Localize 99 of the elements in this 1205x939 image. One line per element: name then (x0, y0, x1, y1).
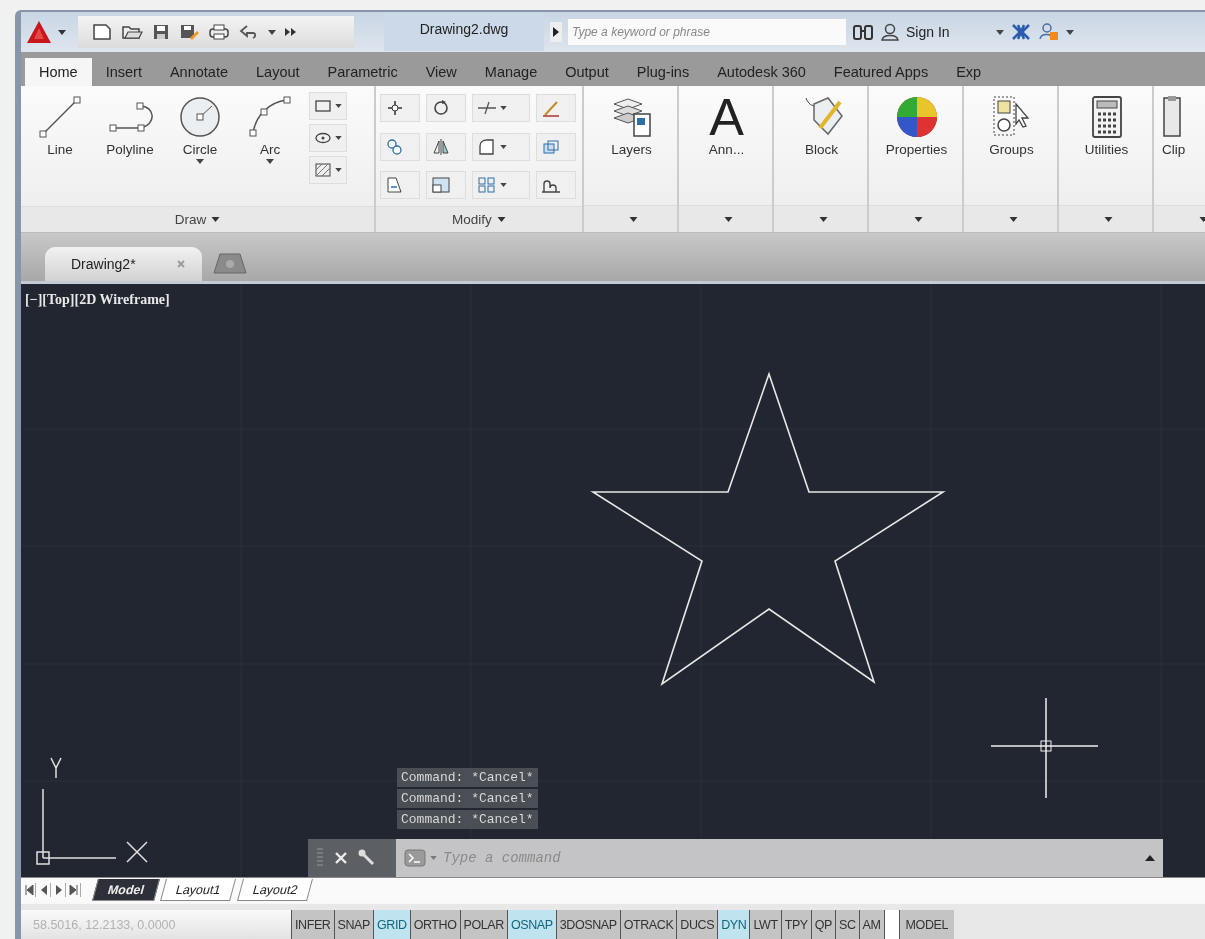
grid-icon (477, 176, 497, 195)
arrow-icon[interactable] (53, 883, 66, 897)
tool-button[interactable]: Line (25, 92, 95, 159)
caret-icon (496, 217, 506, 222)
caret-icon[interactable] (628, 216, 638, 222)
ribbon-tab[interactable]: Annotate (155, 58, 242, 86)
tool-button[interactable] (536, 94, 576, 122)
user-icon[interactable] (880, 23, 900, 41)
person-badge-icon[interactable] (1037, 22, 1060, 42)
tool-button[interactable]: Circle (165, 92, 235, 166)
expand-up-icon[interactable] (1145, 855, 1155, 861)
hatch-icon (314, 162, 332, 178)
ribbon-tab[interactable]: Autodesk 360 (703, 58, 820, 86)
tool-button[interactable] (426, 94, 466, 122)
tool-button[interactable] (309, 156, 347, 184)
ribbon-tab[interactable]: View (411, 58, 471, 86)
tool-button[interactable]: Polyline (95, 92, 165, 159)
save-icon[interactable] (152, 23, 170, 41)
rotate-icon (431, 99, 451, 117)
move-icon (385, 99, 405, 117)
tool-button[interactable] (536, 171, 576, 200)
document-tab[interactable]: Drawing2* (45, 247, 202, 281)
wrench-icon[interactable] (358, 849, 376, 867)
command-field[interactable]: Type a command (441, 849, 1141, 867)
drawing-canvas[interactable]: [−][Top][2D Wireframe] Command: *Cancel* Command: *Cancel* Command: *Cancel* Type a command (21, 284, 1205, 877)
tool-button[interactable]: Arc (235, 92, 305, 166)
viewport-label[interactable]: [−][Top][2D Wireframe] (25, 292, 170, 308)
caret-icon (211, 217, 221, 222)
ribbon-tab[interactable]: Exp (942, 58, 996, 86)
ribbon-tab[interactable]: Output (551, 58, 623, 86)
tool-button[interactable] (309, 124, 347, 152)
rectangle-icon (314, 98, 332, 114)
caret-icon (500, 183, 507, 188)
mirror-icon (431, 137, 451, 156)
ucs-icon (36, 757, 148, 865)
circle-icon (177, 94, 223, 140)
caret-icon[interactable] (268, 29, 276, 35)
caret-icon[interactable] (1103, 216, 1113, 222)
sign-in-button[interactable]: Sign In (906, 24, 950, 40)
ribbon-tab[interactable]: Parametric (313, 58, 412, 86)
command-line-field[interactable]: Type a command (396, 839, 1163, 877)
scale-icon (431, 176, 451, 195)
sheet-tab[interactable]: Layout1 (160, 879, 237, 901)
tool-button[interactable] (380, 132, 420, 161)
caret-icon[interactable] (1065, 29, 1074, 35)
sheet-tab[interactable]: Layout2 (236, 879, 314, 901)
tab-label: Drawing2* (71, 256, 136, 272)
window-title: Drawing2.dwg (384, 13, 544, 51)
ribbon-tab[interactable]: Insert (91, 58, 156, 86)
skip-arrow-icon[interactable] (68, 883, 81, 897)
line-icon (37, 94, 83, 140)
binoculars-icon[interactable] (852, 23, 874, 41)
ribbon-tab[interactable]: Layout (242, 58, 314, 86)
exchange-icon[interactable] (1009, 23, 1032, 41)
search-field[interactable]: Type a keyword or phrase (568, 19, 846, 45)
caret-icon (500, 106, 507, 110)
stretch-icon (385, 176, 405, 195)
panel-title[interactable]: Modify (376, 206, 582, 232)
prompt-icon[interactable] (404, 849, 426, 867)
copy-icon (385, 137, 405, 156)
grip-icon[interactable] (316, 847, 324, 869)
caret-icon[interactable] (58, 29, 66, 35)
caret-icon[interactable] (913, 216, 923, 222)
ribbon-tab[interactable]: Featured Apps (819, 58, 943, 86)
trim-icon (477, 99, 497, 117)
ribbon-tab[interactable]: Manage (470, 58, 552, 86)
tool-button[interactable] (472, 132, 530, 161)
caret-icon[interactable] (1008, 216, 1018, 222)
arc-icon (247, 94, 293, 140)
sheet-tab[interactable]: Model (92, 879, 161, 901)
save-as-icon[interactable] (179, 23, 199, 41)
tool-button[interactable] (472, 94, 530, 122)
caret-icon (335, 168, 342, 172)
caret-icon (335, 136, 342, 140)
tool-button[interactable] (380, 94, 420, 122)
new-file-icon[interactable] (92, 23, 112, 41)
text-icon: A (709, 94, 744, 140)
tool-button[interactable] (426, 171, 466, 200)
open-folder-icon[interactable] (121, 23, 143, 41)
coordinates-display: 58.5016, 12.2133, 0.0000 (21, 909, 291, 939)
caret-icon[interactable] (818, 216, 828, 222)
undo-icon[interactable] (239, 24, 259, 40)
app-logo-icon[interactable] (26, 20, 52, 44)
ellipse-icon (314, 130, 332, 146)
print-icon[interactable] (208, 23, 230, 41)
ribbon-tab[interactable]: Plug-ins (622, 58, 704, 86)
caret-icon[interactable] (723, 216, 733, 222)
caret-icon[interactable] (1198, 216, 1205, 222)
more-icon[interactable] (285, 28, 297, 36)
caret-icon (500, 144, 507, 149)
skip-arrow-icon[interactable] (23, 883, 36, 897)
caret-icon[interactable] (995, 29, 1004, 35)
fillet-icon (477, 137, 497, 156)
brush-icon (541, 99, 561, 117)
tool-button[interactable] (426, 132, 466, 161)
star-shape[interactable] (590, 371, 946, 687)
panel-title[interactable]: Draw (21, 206, 374, 232)
caret-icon (335, 104, 342, 108)
ribbon-tab[interactable]: Home (25, 58, 92, 86)
